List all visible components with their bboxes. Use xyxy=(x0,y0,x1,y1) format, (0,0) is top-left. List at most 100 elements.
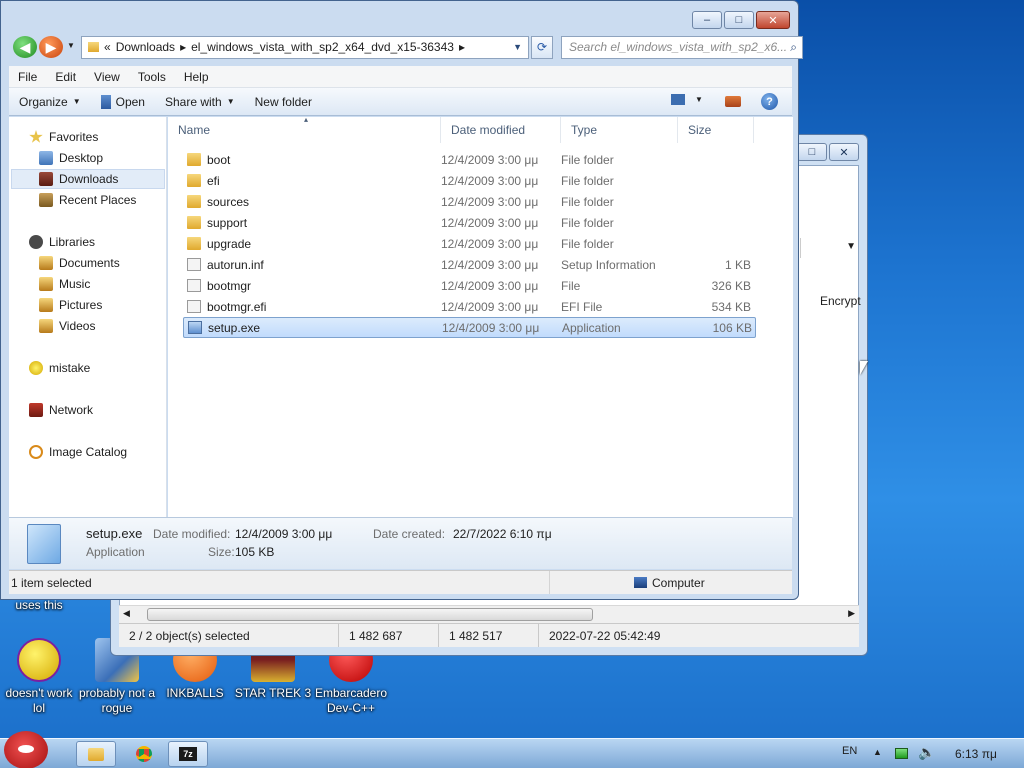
close-button[interactable]: ✕ xyxy=(829,143,859,161)
desktop-icon-label: uses this xyxy=(15,598,63,612)
tray-expand-icon[interactable]: ▲ xyxy=(873,747,882,757)
column-header-name[interactable]: Name ▴ xyxy=(168,115,441,143)
details-filename: setup.exe xyxy=(86,526,143,541)
nav-network[interactable]: Network xyxy=(29,400,185,420)
angry-bird-start-icon xyxy=(18,745,34,753)
yahoo-messenger-icon xyxy=(17,638,61,682)
menu-help[interactable]: Help xyxy=(175,70,218,84)
chevron-down-icon: ▼ xyxy=(72,97,81,106)
share-with-label: Share with xyxy=(164,94,222,109)
taskbar-explorer-button[interactable] xyxy=(76,741,116,767)
volume-icon[interactable]: 🔈 xyxy=(918,744,935,761)
nav-recent-label: Recent Places xyxy=(59,193,137,207)
scrollbar-thumb[interactable] xyxy=(147,608,593,621)
address-dropdown-icon[interactable]: ▼ xyxy=(513,42,522,52)
recent-places-icon xyxy=(39,193,53,207)
help-button[interactable]: ? xyxy=(761,93,778,110)
breadcrumb-separator-icon[interactable]: ▸ xyxy=(180,40,186,54)
file-type: File folder xyxy=(561,173,614,188)
maximize-button[interactable]: □ xyxy=(724,11,754,29)
back-button[interactable]: ◀ xyxy=(13,36,37,58)
desktop-icon-uses-this[interactable]: uses this xyxy=(0,598,78,613)
videos-icon xyxy=(39,319,53,333)
explorer-window[interactable]: – □ ✕ ◀ ▶ ▼ « Downloads ▸ el_windows_vis… xyxy=(0,0,803,600)
maximize-button[interactable]: □ xyxy=(797,143,827,161)
forward-button[interactable]: ▶ xyxy=(39,36,63,58)
taskbar-chrome-button[interactable] xyxy=(124,741,164,767)
file-date: 12/4/2009 3:00 μμ xyxy=(441,299,539,314)
file-row-sources[interactable]: sources 12/4/2009 3:00 μμ File folder xyxy=(183,191,756,212)
scroll-left-arrow-icon[interactable]: ◀ xyxy=(123,608,130,619)
nav-libraries[interactable]: Libraries xyxy=(29,232,185,252)
clock[interactable]: 6:13 πμ xyxy=(955,747,997,761)
column-header-date[interactable]: Date modified xyxy=(441,117,561,143)
column-header-size[interactable]: Size xyxy=(678,117,754,143)
nav-favorites[interactable]: Favorites xyxy=(29,127,185,147)
column-header-encrypt[interactable]: Encrypt xyxy=(820,294,861,308)
7zip-icon: 7z xyxy=(179,747,197,761)
file-type: Application xyxy=(562,320,621,335)
pictures-icon xyxy=(39,298,53,312)
file-row-boot[interactable]: boot 12/4/2009 3:00 μμ File folder xyxy=(183,149,756,170)
open-label: Open xyxy=(115,94,145,109)
file-row-autorun[interactable]: autorun.inf 12/4/2009 3:00 μμ Setup Info… xyxy=(183,254,756,275)
menu-file[interactable]: File xyxy=(9,70,46,84)
file-row-support[interactable]: support 12/4/2009 3:00 μμ File folder xyxy=(183,212,756,233)
views-button[interactable]: ▼ xyxy=(671,94,703,105)
refresh-button[interactable]: ⟳ xyxy=(531,35,553,59)
language-indicator[interactable]: EN xyxy=(842,745,857,757)
arrow-right-icon: ▶ xyxy=(45,38,57,55)
start-button[interactable] xyxy=(4,731,48,768)
nav-mistake[interactable]: mistake xyxy=(29,358,185,378)
horizontal-scrollbar[interactable]: ◀ ▶ xyxy=(119,605,859,623)
desktop-icon-yahoo[interactable]: doesn't work lol xyxy=(0,638,78,716)
recent-pages-dropdown[interactable]: ▼ xyxy=(67,41,75,50)
file-row-setup-exe[interactable]: setup.exe 12/4/2009 3:00 μμ Application … xyxy=(183,317,756,338)
search-input[interactable]: Search el_windows_vista_with_sp2_x6... ⌕ xyxy=(561,35,803,59)
network-tray-icon[interactable] xyxy=(895,748,908,759)
file-date: 12/4/2009 3:00 μμ xyxy=(441,152,539,167)
user-folder-icon xyxy=(29,361,43,375)
file-row-efi[interactable]: efi 12/4/2009 3:00 μμ File folder xyxy=(183,170,756,191)
menu-view[interactable]: View xyxy=(85,70,129,84)
new-folder-button[interactable]: New folder xyxy=(245,95,322,109)
chevron-down-icon: ▼ xyxy=(226,97,235,106)
file-icon xyxy=(187,300,201,313)
file-type: File folder xyxy=(561,236,614,251)
menu-tools[interactable]: Tools xyxy=(129,70,175,84)
details-size-label: Size: xyxy=(208,545,235,559)
scroll-right-arrow-icon[interactable]: ▶ xyxy=(848,608,855,619)
preview-pane-button[interactable] xyxy=(725,96,741,107)
minimize-button[interactable]: – xyxy=(692,11,722,29)
nav-image-catalog[interactable]: Image Catalog xyxy=(29,442,185,462)
file-date: 12/4/2009 3:00 μμ xyxy=(442,320,540,335)
back-window-dropdown[interactable]: ▼ xyxy=(800,238,860,258)
file-name: sources xyxy=(207,194,250,209)
address-bar[interactable]: « Downloads ▸ el_windows_vista_with_sp2_… xyxy=(81,35,529,59)
address-chevron[interactable]: « xyxy=(104,40,111,54)
organize-button[interactable]: Organize ▼ xyxy=(9,95,91,109)
open-button[interactable]: Open xyxy=(91,94,155,109)
nav-downloads[interactable]: Downloads xyxy=(11,169,165,189)
help-icon: ? xyxy=(766,95,773,108)
file-row-bootmgr-efi[interactable]: bootmgr.efi 12/4/2009 3:00 μμ EFI File 5… xyxy=(183,296,756,317)
taskbar-7zip-button[interactable]: 7z xyxy=(168,741,208,767)
breadcrumb-downloads[interactable]: Downloads xyxy=(116,40,175,54)
file-date: 12/4/2009 3:00 μμ xyxy=(441,173,539,188)
share-with-button[interactable]: Share with ▼ xyxy=(155,95,245,109)
details-date-created: 22/7/2022 6:10 πμ xyxy=(453,527,552,541)
libraries-icon xyxy=(29,235,43,249)
organize-label: Organize xyxy=(19,94,68,109)
column-header-type[interactable]: Type xyxy=(561,117,678,143)
star-icon xyxy=(29,130,43,143)
column-header-label: Encrypt xyxy=(820,294,861,308)
breadcrumb-separator-icon[interactable]: ▸ xyxy=(459,40,465,54)
breadcrumb-current-folder[interactable]: el_windows_vista_with_sp2_x64_dvd_x15-36… xyxy=(191,40,454,54)
nav-desktop-label: Desktop xyxy=(59,151,104,165)
search-icon[interactable]: ⌕ xyxy=(790,40,797,55)
file-row-bootmgr[interactable]: bootmgr 12/4/2009 3:00 μμ File 326 KB xyxy=(183,275,756,296)
close-button[interactable]: ✕ xyxy=(756,11,790,29)
downloads-folder-icon xyxy=(39,172,53,186)
file-row-upgrade[interactable]: upgrade 12/4/2009 3:00 μμ File folder xyxy=(183,233,756,254)
menu-edit[interactable]: Edit xyxy=(46,70,85,84)
